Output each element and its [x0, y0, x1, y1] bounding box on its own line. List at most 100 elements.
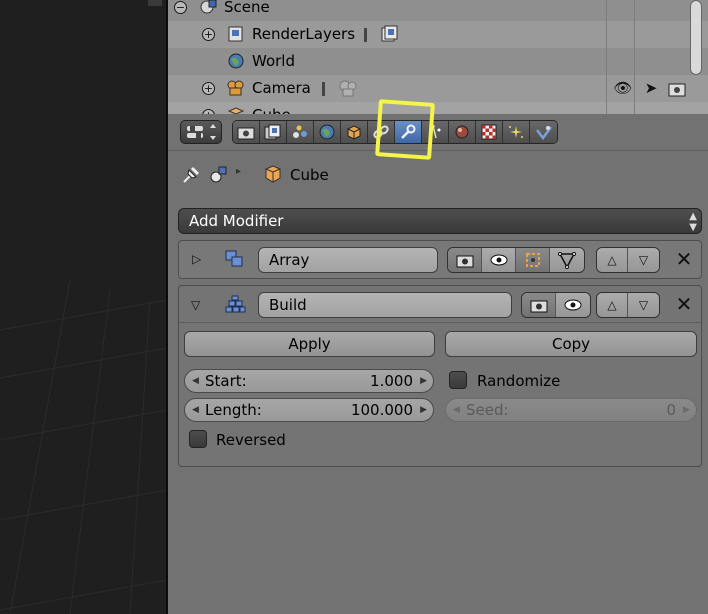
build-move-buttons: △ ▽ — [596, 292, 660, 318]
texture-tab[interactable] — [476, 121, 503, 143]
modifiers-tab[interactable] — [395, 121, 422, 143]
decrement-arrow-icon[interactable]: ◀ — [192, 370, 199, 392]
particles-tab[interactable] — [503, 121, 530, 143]
expand-arrow-icon[interactable]: ▷ — [192, 252, 201, 266]
move-up-button[interactable]: △ — [597, 248, 628, 272]
scene-icon — [293, 125, 307, 138]
decrement-arrow-icon[interactable]: ◀ — [192, 399, 199, 421]
eye-icon[interactable]: 👁 — [613, 79, 633, 99]
editmode-toggle[interactable] — [516, 248, 550, 272]
array-move-buttons: △ ▽ — [596, 247, 660, 273]
material-tab[interactable] — [449, 121, 476, 143]
build-modifier-icon — [225, 295, 246, 313]
array-modifier-icon — [225, 250, 243, 267]
column-divider — [634, 0, 635, 114]
render-layer-icon[interactable] — [380, 24, 400, 44]
physics-icon — [535, 126, 552, 140]
seed-label: Seed: — [466, 401, 509, 419]
seed-value: 0 — [666, 401, 676, 419]
increment-arrow-icon: ▶ — [683, 405, 690, 415]
3d-viewport[interactable] — [0, 0, 167, 614]
eye-icon — [490, 254, 507, 266]
constraints-tab[interactable] — [368, 121, 395, 143]
material-sphere-icon — [455, 125, 469, 139]
decrement-arrow-icon: ◀ — [453, 405, 460, 415]
cage-toggle[interactable] — [550, 248, 584, 272]
add-modifier-label: Add Modifier — [189, 212, 284, 230]
move-up-button[interactable]: △ — [597, 293, 628, 317]
render-layers-icon — [264, 124, 281, 140]
chain-link-icon — [373, 125, 389, 139]
collapse-icon[interactable]: − — [174, 1, 187, 14]
properties-tabs — [232, 120, 558, 144]
move-down-button[interactable]: ▽ — [628, 248, 659, 272]
wrench-icon — [401, 124, 416, 139]
data-tab[interactable] — [422, 121, 449, 143]
mesh-object-icon — [227, 107, 245, 114]
render-tab[interactable] — [233, 121, 260, 143]
viewport-grid — [0, 279, 167, 614]
move-down-button[interactable]: ▽ — [628, 293, 659, 317]
modifier-name-field[interactable]: Array — [258, 247, 438, 273]
viewport-corner-widget[interactable] — [148, 0, 162, 6]
remove-modifier-close-icon[interactable]: ✕ — [674, 294, 694, 314]
triangle-up-icon: △ — [607, 298, 617, 312]
pin-icon[interactable] — [180, 164, 202, 186]
start-field[interactable]: ◀ Start: 1.000 ▶ — [184, 369, 434, 393]
outliner-row-scene[interactable]: − Scene — [168, 0, 708, 21]
outliner: − Scene + RenderLayers World + Camera 👁 … — [168, 0, 708, 114]
world-tab[interactable] — [314, 121, 341, 143]
modifier-name: Array — [269, 251, 310, 269]
render-toggle[interactable] — [522, 293, 556, 317]
modifier-name-field[interactable]: Build — [258, 292, 512, 318]
render-icon[interactable] — [667, 79, 687, 99]
cursor-icon[interactable]: ➤ — [641, 79, 661, 99]
scene-icon — [200, 0, 217, 14]
reversed-checkbox[interactable] — [189, 430, 207, 448]
outliner-label: Cube — [252, 106, 291, 114]
outliner-label: World — [252, 52, 295, 70]
add-modifier-dropdown[interactable]: Add Modifier ▲ ▼ — [178, 208, 702, 234]
randomize-checkbox[interactable] — [449, 371, 467, 389]
length-field[interactable]: ◀ Length: 100.000 ▶ — [184, 398, 434, 422]
outliner-scrollbar[interactable] — [690, 0, 702, 75]
remove-modifier-close-icon[interactable]: ✕ — [674, 249, 694, 269]
start-value: 1.000 — [370, 372, 413, 390]
collapse-arrow-icon[interactable]: ▽ — [191, 298, 200, 312]
viewport-toggle[interactable] — [482, 248, 516, 272]
expand-icon[interactable]: + — [202, 82, 215, 95]
breadcrumb-arrow-icon: ▸ — [236, 166, 242, 177]
seed-field: ◀ Seed: 0 ▶ — [445, 398, 697, 422]
camera-object-icon — [227, 80, 244, 96]
separator — [364, 28, 367, 42]
outliner-label: RenderLayers — [252, 25, 356, 43]
camera-icon — [530, 300, 547, 313]
render-layers-tab[interactable] — [260, 121, 287, 143]
cube-icon — [347, 125, 361, 140]
properties-editor-icon — [187, 124, 216, 140]
viewport-toggle[interactable] — [556, 293, 590, 317]
expand-icon[interactable]: + — [202, 28, 215, 41]
scene-tab[interactable] — [287, 121, 314, 143]
cage-icon — [558, 252, 576, 269]
copy-button[interactable]: Copy — [445, 331, 697, 357]
outliner-row-renderlayers[interactable]: + RenderLayers — [168, 21, 708, 48]
triangle-down-icon: ▽ — [638, 253, 649, 267]
object-tab[interactable] — [341, 121, 368, 143]
outliner-row-camera[interactable]: + Camera 👁 ➤ — [168, 75, 708, 102]
outliner-row-world[interactable]: World — [168, 48, 708, 75]
render-toggle[interactable] — [448, 248, 482, 272]
cube-icon — [265, 165, 281, 183]
breadcrumb-object-name: Cube — [290, 166, 329, 184]
increment-arrow-icon[interactable]: ▶ — [420, 399, 427, 421]
outliner-row-cube[interactable]: + Cube — [168, 102, 708, 114]
render-layers-icon — [228, 26, 243, 42]
physics-tab[interactable] — [530, 121, 557, 143]
editor-type-selector[interactable] — [180, 120, 222, 144]
increment-arrow-icon[interactable]: ▶ — [420, 370, 427, 392]
eye-icon — [564, 299, 582, 311]
camera-data-icon[interactable] — [338, 78, 358, 98]
length-label: Length: — [205, 401, 262, 419]
apply-button[interactable]: Apply — [184, 331, 435, 357]
world-icon — [319, 124, 335, 140]
